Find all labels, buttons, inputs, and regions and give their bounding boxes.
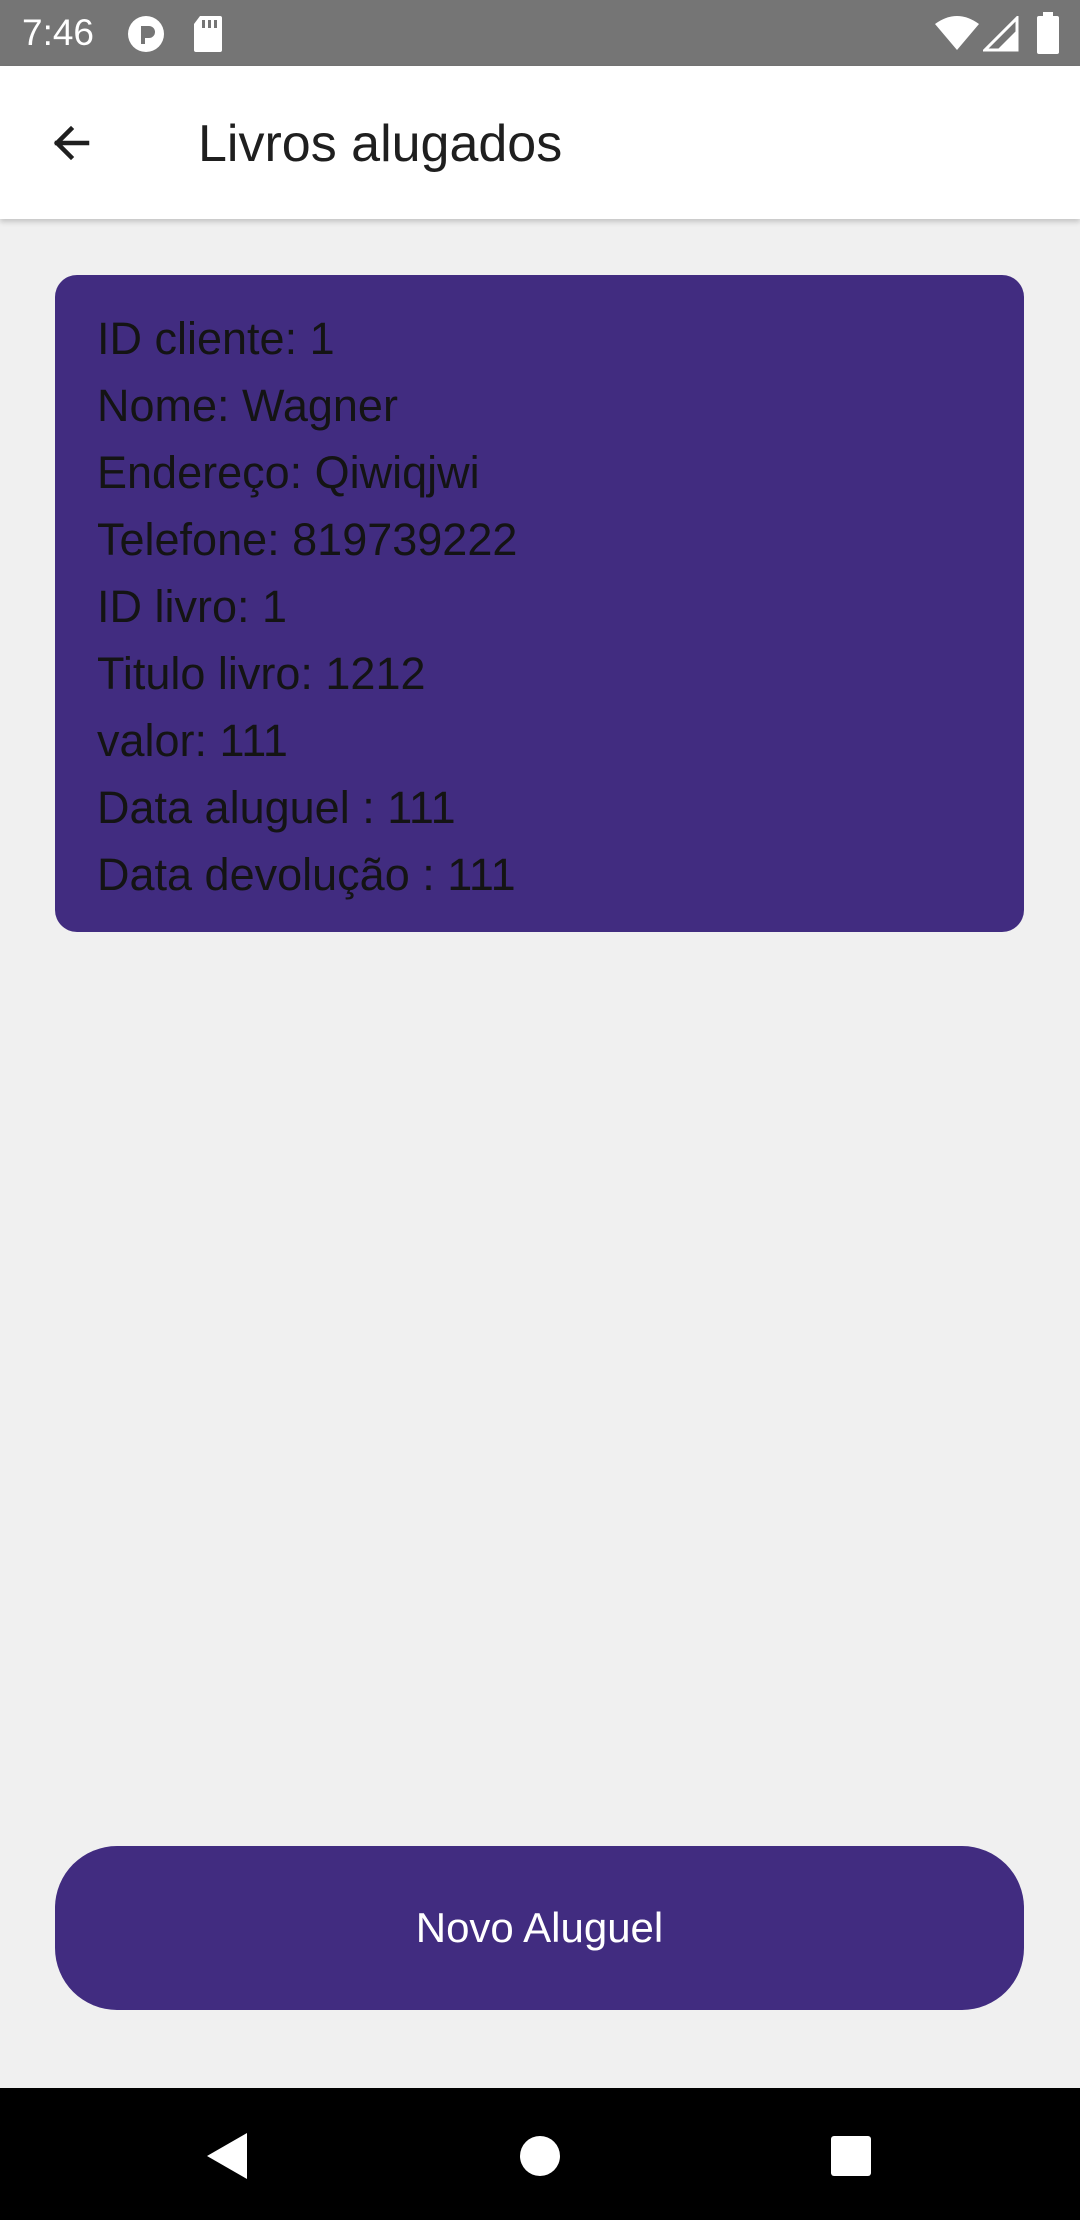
client-phone-text: Telefone: 819739222 <box>97 514 518 565</box>
nav-back-button[interactable] <box>198 2128 254 2184</box>
rental-card[interactable]: ID cliente: 1 Nome: Wagner Endereço: Qiw… <box>55 275 1024 932</box>
rental-date-text: Data aluguel : 111 <box>97 782 456 833</box>
notification-icon <box>126 14 166 59</box>
recents-square-icon <box>831 2136 871 2176</box>
back-triangle-icon <box>207 2133 247 2179</box>
client-address-text: Endereço: Qiwiqjwi <box>97 447 480 498</box>
signal-icon <box>981 14 1019 57</box>
home-circle-icon <box>520 2136 560 2176</box>
nav-home-button[interactable] <box>512 2128 568 2184</box>
status-bar: 7:46 <box>0 0 1080 66</box>
navigation-bar <box>0 2088 1080 2220</box>
return-date-text: Data devolução : 111 <box>97 849 516 900</box>
back-button[interactable] <box>28 100 114 186</box>
new-rental-button[interactable]: Novo Aluguel <box>55 1846 1024 2010</box>
screen: 7:46 Livros alugados ID cliente: 1 Nome:… <box>0 0 1080 2220</box>
nav-recents-button[interactable] <box>823 2128 879 2184</box>
book-title-text: Titulo livro: 1212 <box>97 648 426 699</box>
client-name-text: Nome: Wagner <box>97 380 398 431</box>
wifi-icon <box>934 16 980 57</box>
client-id-text: ID cliente: 1 <box>97 313 335 364</box>
sd-card-icon <box>192 14 224 59</box>
page-title: Livros alugados <box>198 115 563 173</box>
status-time: 7:46 <box>22 12 95 53</box>
price-text: valor: 111 <box>97 715 288 766</box>
app-bar: Livros alugados <box>0 66 1080 219</box>
book-id-text: ID livro: 1 <box>97 581 288 632</box>
battery-icon <box>1036 12 1060 59</box>
arrow-back-icon <box>53 125 90 161</box>
